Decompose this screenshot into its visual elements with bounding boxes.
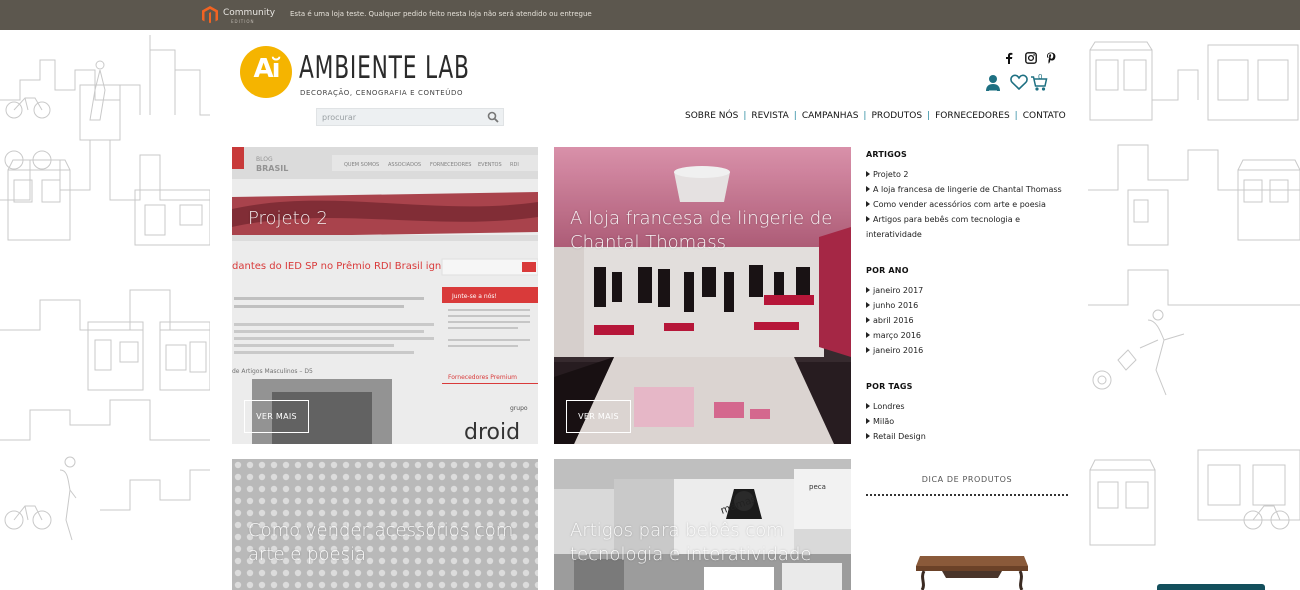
instagram-icon[interactable] — [1025, 52, 1037, 66]
bullet-arrow-icon — [866, 216, 870, 222]
nav-separator: | — [927, 111, 931, 121]
nav-fornecedores[interactable]: FORNECEDORES — [935, 111, 1010, 123]
bullet-arrow-icon — [866, 317, 870, 323]
sidebar-link[interactable]: A loja francesa de lingerie de Chantal T… — [866, 182, 1076, 197]
search-icon[interactable] — [487, 111, 499, 123]
search-box — [316, 108, 504, 126]
chat-widget-tab[interactable] — [1157, 584, 1265, 590]
bullet-arrow-icon — [866, 287, 870, 293]
logo-name: AMBIENTE LAB — [299, 50, 470, 86]
nav-separator: | — [863, 111, 867, 121]
post-card-projeto-2[interactable]: BLOG BRASIL QUEM SOMOS ASSOCIADOS FORNEC… — [232, 147, 538, 444]
post-card-bebes[interactable]: mamas peca Artigos para bebês com tecnol… — [554, 459, 851, 590]
sidebar-link[interactable]: abril 2016 — [866, 313, 1076, 328]
bullet-arrow-icon — [866, 302, 870, 308]
city-doodle-right — [1088, 41, 1300, 546]
sidebar-link[interactable]: junho 2016 — [866, 298, 1076, 313]
dotted-divider — [866, 494, 1068, 496]
post-card-lingerie[interactable]: A loja francesa de lingerie de Chantal T… — [554, 147, 851, 444]
logo-tagline: DECORAÇÃO, CENOGRAFIA E CONTEÚDO — [300, 89, 464, 97]
sidebar-link[interactable]: Como vender acessórios com arte e poesia — [866, 197, 1076, 212]
bullet-arrow-icon — [866, 201, 870, 207]
account-icon[interactable] — [985, 74, 1001, 92]
nav-produtos[interactable]: PRODUTOS — [871, 111, 922, 123]
product-image-table[interactable] — [912, 540, 1032, 590]
nav-separator: | — [743, 111, 747, 121]
sidebar-por-tags: POR TAGS Londres Milão Retail Design — [866, 382, 1076, 444]
sidebar-heading: ARTIGOS — [866, 150, 907, 159]
sidebar-link[interactable]: Milão — [866, 414, 1076, 429]
sidebar-link[interactable]: Projeto 2 — [866, 167, 1076, 182]
nav-campanhas[interactable]: CAMPANHAS — [802, 111, 859, 123]
platform-edition: EDITION — [231, 19, 255, 24]
nav-separator: | — [1014, 111, 1018, 121]
dica-de-produtos-heading: DICA DE PRODUTOS — [921, 475, 1013, 484]
platform-name: Community — [223, 8, 276, 18]
sidebar-link[interactable]: março 2016 — [866, 328, 1076, 343]
pinterest-icon[interactable] — [1046, 52, 1056, 66]
sidebar-link[interactable]: Londres — [866, 399, 1076, 414]
post-title[interactable]: A loja francesa de lingerie de Chantal T… — [570, 207, 840, 255]
nav-sobre-nos[interactable]: SOBRE NÓS — [685, 111, 738, 123]
nav-separator: | — [793, 111, 797, 121]
bullet-arrow-icon — [866, 332, 870, 338]
sidebar-link[interactable]: Retail Design — [866, 429, 1076, 444]
facebook-icon[interactable] — [1005, 52, 1013, 66]
bullet-arrow-icon — [866, 418, 870, 424]
bullet-arrow-icon — [866, 403, 870, 409]
search-input[interactable] — [317, 109, 485, 125]
ver-mais-button[interactable]: VER MAIS — [244, 400, 309, 433]
nav-contato[interactable]: CONTATO — [1023, 111, 1066, 123]
ver-mais-button[interactable]: VER MAIS — [566, 400, 631, 433]
sidebar-link[interactable]: janeiro 2016 — [866, 343, 1076, 358]
bullet-arrow-icon — [866, 347, 870, 353]
demo-store-bar: Community EDITION Esta é uma loja teste.… — [0, 0, 1300, 30]
post-title[interactable]: Artigos para bebês com tecnologia e inte… — [570, 519, 851, 567]
bullet-arrow-icon — [866, 171, 870, 177]
bullet-arrow-icon — [866, 433, 870, 439]
nav-revista[interactable]: REVISTA — [751, 111, 788, 123]
logo-mark-text: Aĭ — [253, 54, 280, 84]
site-logo[interactable]: Aĭ AMBIENTE LAB DECORAÇÃO, CENOGRAFIA E … — [240, 46, 469, 100]
magento-logo: Community EDITION — [201, 5, 275, 25]
sidebar-link[interactable]: janeiro 2017 — [866, 283, 1076, 298]
sidebar-heading: POR ANO — [866, 266, 909, 275]
demo-notice: Esta é uma loja teste. Qualquer pedido f… — [290, 10, 592, 18]
bullet-arrow-icon — [866, 186, 870, 192]
sidebar-link[interactable]: Artigos para bebês com tecnologia e inte… — [866, 212, 1036, 242]
city-doodle-left — [0, 35, 210, 541]
magento-icon — [202, 6, 218, 24]
logo-mark: Aĭ — [240, 46, 292, 98]
post-title[interactable]: Como vender acessórios com arte e poesia — [248, 519, 538, 567]
post-title[interactable]: Projeto 2 — [248, 207, 328, 231]
post-card-acessorios[interactable]: Como vender acessórios com arte e poesia — [232, 459, 538, 590]
cart-count: 0 — [1038, 73, 1043, 81]
store-sign-2: peca — [809, 483, 826, 491]
sidebar-por-ano: POR ANO janeiro 2017 junho 2016 abril 20… — [866, 266, 1076, 358]
main-nav: SOBRE NÓS | REVISTA | CAMPANHAS | PRODUT… — [685, 111, 1066, 123]
wishlist-heart-icon[interactable] — [1010, 74, 1028, 90]
sidebar-heading: POR TAGS — [866, 382, 913, 391]
sidebar-artigos: ARTIGOS Projeto 2 A loja francesa de lin… — [866, 150, 1076, 242]
